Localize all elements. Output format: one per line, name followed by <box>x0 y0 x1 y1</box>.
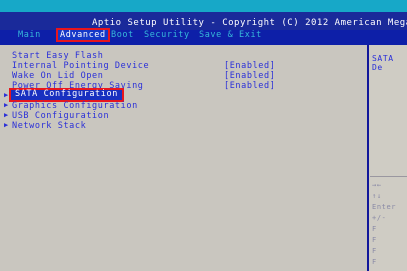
internal-pointing-device-label[interactable]: Internal Pointing Device <box>12 61 149 71</box>
key-help-line: F <box>372 236 377 244</box>
tab-main[interactable]: Main <box>18 30 41 40</box>
key-help-line: F <box>372 247 377 255</box>
key-help-list: →← ↑↓ Enter +/- F F F F <box>372 180 396 268</box>
network-stack-item[interactable]: Network Stack <box>12 121 86 131</box>
graphics-configuration-item[interactable]: Graphics Configuration <box>12 101 138 111</box>
submenu-arrow-icon: ▶ <box>4 101 9 109</box>
internal-pointing-device-value[interactable]: [Enabled] <box>224 61 275 71</box>
key-help-line: Enter <box>372 203 397 211</box>
sata-configuration-label: SATA Configuration <box>15 89 118 99</box>
wake-on-lid-open-label[interactable]: Wake On Lid Open <box>12 71 103 81</box>
power-off-energy-saving-value[interactable]: [Enabled] <box>224 81 275 91</box>
tab-advanced[interactable]: Advanced <box>56 28 110 42</box>
tab-save-exit[interactable]: Save & Exit <box>199 30 262 40</box>
key-help-line: →← <box>372 181 382 189</box>
key-help-line: +/- <box>372 214 387 222</box>
start-easy-flash-item[interactable]: Start Easy Flash <box>12 51 103 61</box>
key-help-line: ↑↓ <box>372 192 382 200</box>
submenu-arrow-icon: ▶ <box>4 91 9 99</box>
key-help-line: F <box>372 258 377 266</box>
tab-boot[interactable]: Boot <box>111 30 134 40</box>
wake-on-lid-open-value[interactable]: [Enabled] <box>224 71 275 81</box>
sata-configuration-item[interactable]: SATA Configuration <box>9 88 124 102</box>
help-separator <box>370 176 407 177</box>
key-help-line: F <box>372 225 377 233</box>
submenu-arrow-icon: ▶ <box>4 121 9 129</box>
submenu-arrow-icon: ▶ <box>4 111 9 119</box>
window-title: Aptio Setup Utility - Copyright (C) 2012… <box>92 18 407 28</box>
tab-bar: Main Advanced Boot Security Save & Exit <box>0 28 407 42</box>
help-title: SATA De <box>372 54 394 72</box>
tab-security[interactable]: Security <box>144 30 190 40</box>
usb-configuration-item[interactable]: USB Configuration <box>12 111 109 121</box>
